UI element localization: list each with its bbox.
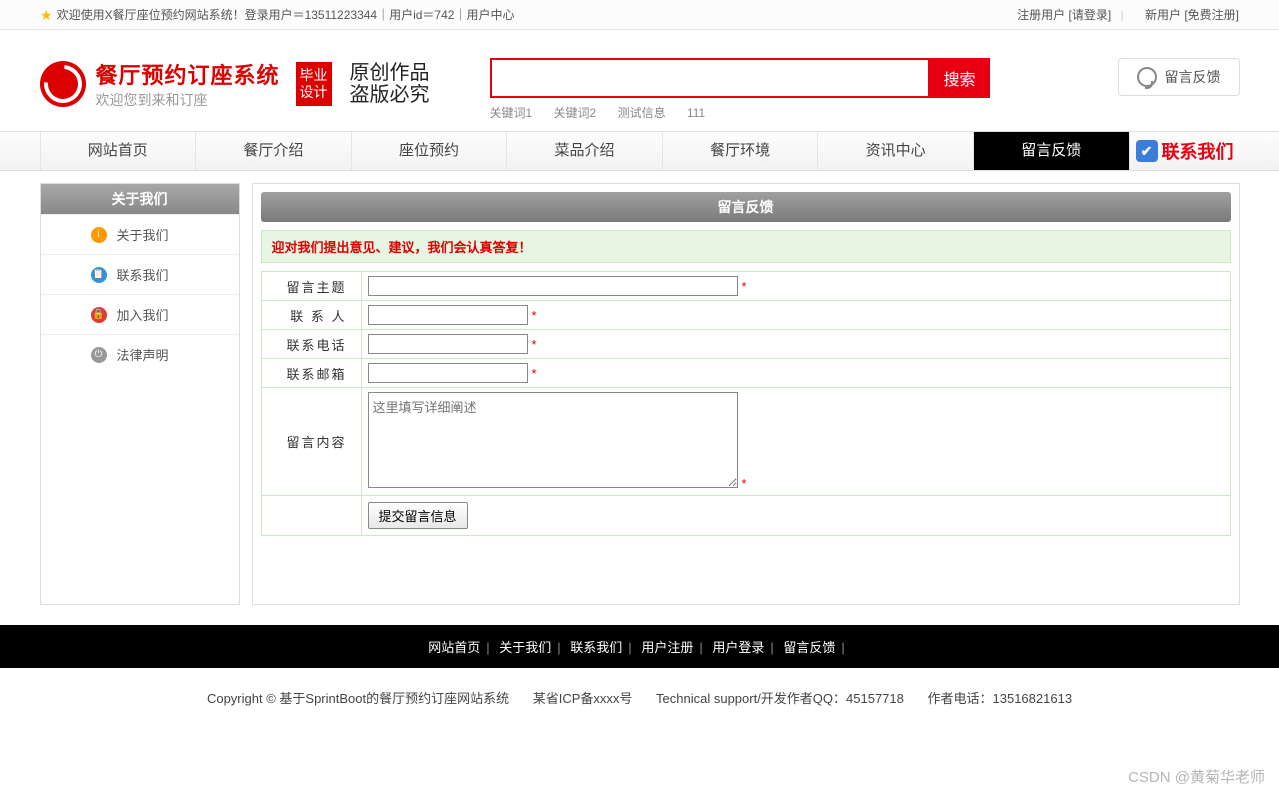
sidebar-item-legal[interactable]: ⏻ 法律声明: [41, 334, 239, 374]
keyword-link[interactable]: 关键词2: [554, 106, 597, 120]
graduation-badge: 毕业设计: [296, 62, 332, 106]
footer-link[interactable]: 联系我们: [570, 640, 622, 655]
footer-link[interactable]: 关于我们: [499, 640, 551, 655]
clipboard-icon: 📋: [91, 267, 107, 283]
sidebar-item-about[interactable]: i 关于我们: [41, 214, 239, 254]
registered-user-label: 注册用户: [1017, 8, 1065, 22]
icp-text: 某省ICP备xxxx号: [533, 691, 633, 706]
footer-link[interactable]: 网站首页: [428, 640, 480, 655]
tech-support-text: Technical support/开发作者QQ：45157718: [656, 691, 904, 706]
star-icon: ★: [40, 0, 53, 30]
sidebar-item-contact[interactable]: 📋 联系我们: [41, 254, 239, 294]
nav-home[interactable]: 网站首页: [40, 132, 197, 170]
input-email[interactable]: [368, 363, 528, 383]
author-phone-text: 作者电话：13516821613: [928, 691, 1073, 706]
nav-contact-label: 联系我们: [1162, 138, 1234, 164]
input-content[interactable]: [368, 392, 738, 488]
footer-link[interactable]: 留言反馈: [783, 640, 835, 655]
required-mark: *: [532, 366, 537, 381]
main-panel: 留言反馈 迎对我们提出意见、建议，我们会认真答复！ 留言主题 * 联 系 人 *…: [252, 183, 1240, 605]
nav-reserve[interactable]: 座位预约: [352, 132, 508, 170]
nav-environment[interactable]: 餐厅环境: [663, 132, 819, 170]
main-nav: 网站首页 餐厅介绍 座位预约 菜品介绍 餐厅环境 资讯中心 留言反馈 ✔ 联系我…: [0, 131, 1279, 171]
lock-icon: 🔒: [91, 307, 107, 323]
keyword-row: 关键词1 关键词2 测试信息 111: [490, 104, 990, 121]
logo[interactable]: 餐厅预约订座系统 欢迎您到来和订座 毕业设计 原创作品 盗版必究: [40, 58, 430, 110]
register-link[interactable]: [免费注册]: [1184, 8, 1239, 22]
info-icon: i: [91, 227, 107, 243]
search-area: 搜索 关键词1 关键词2 测试信息 111: [490, 58, 990, 121]
sidebar-item-label: 关于我们: [117, 225, 169, 244]
nav-news[interactable]: 资讯中心: [818, 132, 974, 170]
new-user-label: 新用户: [1145, 8, 1181, 22]
nav-contact-us[interactable]: ✔ 联系我们: [1130, 132, 1240, 170]
notice-bar: 迎对我们提出意见、建议，我们会认真答复！: [261, 230, 1231, 263]
sidebar-item-label: 法律声明: [117, 345, 169, 364]
label-phone: 联系电话: [261, 330, 361, 359]
panel-heading: 留言反馈: [261, 192, 1231, 222]
welcome-text: 欢迎使用X餐厅座位预约网站系统！登录用户＝13511223344｜用户id＝74…: [57, 0, 515, 30]
keyword-link[interactable]: 测试信息: [618, 106, 666, 120]
input-subject[interactable]: [368, 276, 738, 296]
sidebar-item-join[interactable]: 🔒 加入我们: [41, 294, 239, 334]
required-mark: *: [532, 337, 537, 352]
search-button[interactable]: 搜索: [930, 58, 990, 98]
footer-info: Copyright © 基于SprintBoot的餐厅预约订座网站系统 某省IC…: [0, 668, 1279, 747]
footer-link[interactable]: 用户登录: [712, 640, 764, 655]
nav-menu[interactable]: 菜品介绍: [507, 132, 663, 170]
footer-link[interactable]: 用户注册: [641, 640, 693, 655]
watermark: CSDN @黄菊华老师: [1128, 766, 1265, 787]
label-email: 联系邮箱: [261, 359, 361, 388]
sidebar: 关于我们 i 关于我们 📋 联系我们 🔒 加入我们 ⏻ 法律声明: [40, 183, 240, 605]
login-link[interactable]: [请登录]: [1068, 8, 1111, 22]
copyright-text: Copyright © 基于SprintBoot的餐厅预约订座网站系统: [207, 691, 509, 706]
input-phone[interactable]: [368, 334, 528, 354]
search-input[interactable]: [490, 58, 930, 98]
submit-button[interactable]: 提交留言信息: [368, 502, 468, 529]
label-contact: 联 系 人: [261, 301, 361, 330]
sidebar-heading: 关于我们: [41, 184, 239, 214]
site-subtitle: 欢迎您到来和订座: [96, 90, 280, 110]
required-mark: *: [742, 476, 747, 491]
keyword-link[interactable]: 111: [687, 106, 705, 120]
header: 餐厅预约订座系统 欢迎您到来和订座 毕业设计 原创作品 盗版必究 搜索 关键词1…: [40, 30, 1240, 131]
sidebar-item-label: 联系我们: [117, 265, 169, 284]
headset-icon: [1137, 67, 1157, 87]
label-subject: 留言主题: [261, 272, 361, 301]
feedback-button[interactable]: 留言反馈: [1118, 58, 1240, 96]
footer-nav: 网站首页| 关于我们| 联系我们| 用户注册| 用户登录| 留言反馈|: [0, 625, 1279, 668]
sidebar-item-label: 加入我们: [117, 305, 169, 324]
site-title: 餐厅预约订座系统: [96, 58, 280, 90]
feedback-button-label: 留言反馈: [1165, 67, 1221, 87]
top-bar: ★ 欢迎使用X餐厅座位预约网站系统！登录用户＝13511223344｜用户id＝…: [0, 0, 1279, 30]
calligraphy-stamp: 原创作品 盗版必究: [350, 62, 430, 106]
logo-icon: [40, 61, 86, 107]
feedback-form: 留言主题 * 联 系 人 * 联系电话 * 联系邮箱 * 留言内容 *: [261, 271, 1231, 536]
input-contact[interactable]: [368, 305, 528, 325]
label-content: 留言内容: [261, 388, 361, 496]
required-mark: *: [742, 279, 747, 294]
power-icon: ⏻: [91, 347, 107, 363]
checkmark-icon: ✔: [1136, 140, 1158, 162]
keyword-link[interactable]: 关键词1: [490, 106, 533, 120]
required-mark: *: [532, 308, 537, 323]
nav-feedback[interactable]: 留言反馈: [974, 132, 1130, 170]
nav-intro[interactable]: 餐厅介绍: [196, 132, 352, 170]
